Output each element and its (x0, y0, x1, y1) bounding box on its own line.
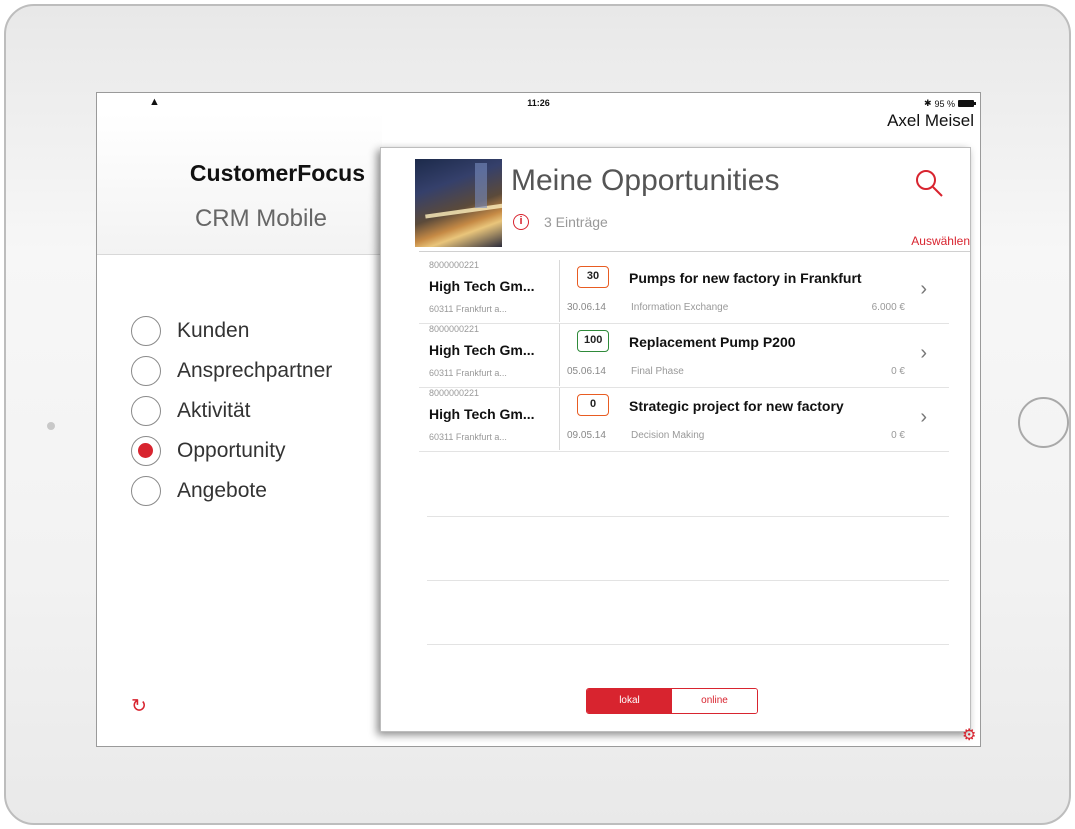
user-name[interactable]: Axel Meisel (887, 111, 974, 131)
entry-count: 3 Einträge (544, 214, 608, 230)
opportunity-amount: 0 € (891, 366, 905, 377)
radio-button[interactable] (131, 476, 161, 506)
nav-item-label: Kunden (177, 319, 250, 342)
nav-item-label: Opportunity (177, 439, 286, 462)
camera-icon (47, 422, 55, 430)
panel-title: Meine Opportunities (511, 164, 780, 197)
chevron-right-icon: › (920, 278, 927, 300)
nav-item-opportunity[interactable]: Opportunity (131, 431, 381, 471)
opportunity-amount: 0 € (891, 430, 905, 441)
battery-icon (958, 100, 976, 107)
status-bar: ▲ 11:26 ✱ 95 % (97, 93, 980, 113)
settings-icon[interactable]: ⚙ (962, 727, 980, 745)
nav-item-label: Aktivität (177, 399, 251, 422)
chevron-right-icon: › (920, 406, 927, 428)
home-button[interactable] (1018, 397, 1069, 448)
empty-row-divider (427, 644, 949, 645)
opportunity-phase: Information Exchange (631, 302, 729, 313)
radio-button[interactable] (131, 356, 161, 386)
divider (559, 260, 560, 322)
refresh-icon[interactable]: ↻ (131, 697, 151, 717)
divider (419, 251, 970, 252)
probability-badge: 0 (577, 394, 609, 416)
customer-name: High Tech Gm... (429, 406, 535, 422)
opportunity-title: Strategic project for new factory (629, 398, 844, 414)
customer-city: 60311 Frankfurt a... (429, 432, 507, 442)
opportunity-phase: Decision Making (631, 430, 705, 441)
customer-name: High Tech Gm... (429, 278, 535, 294)
opportunity-date: 30.06.14 (567, 302, 606, 313)
customer-number: 8000000221 (429, 260, 480, 270)
customer-city: 60311 Frankfurt a... (429, 368, 507, 378)
customer-number: 8000000221 (429, 388, 480, 398)
empty-row-divider (427, 580, 949, 581)
select-button[interactable]: Auswählen (911, 234, 970, 248)
screen: ▲ 11:26 ✱ 95 % Axel Meisel CustomerFocus… (96, 92, 981, 747)
header-image (415, 159, 502, 247)
radio-button-selected[interactable] (131, 436, 161, 466)
status-time: 11:26 (527, 98, 550, 108)
nav-item-ansprechpartner[interactable]: Ansprechpartner (131, 351, 381, 391)
status-right: ✱ 95 % (923, 98, 976, 109)
opportunities-panel: Meine Opportunities i 3 Einträge Auswähl… (380, 147, 971, 732)
list-item[interactable]: 8000000221 High Tech Gm... 60311 Frankfu… (419, 388, 949, 452)
segment-online[interactable]: online (672, 689, 757, 713)
data-source-segmented-control: lokal online (586, 688, 758, 714)
customer-city: 60311 Frankfurt a... (429, 304, 507, 314)
opportunity-amount: 6.000 € (871, 302, 905, 313)
opportunity-date: 09.05.14 (567, 430, 606, 441)
nav-item-label: Angebote (177, 479, 267, 502)
search-icon[interactable] (914, 168, 944, 198)
opportunity-date: 05.06.14 (567, 366, 606, 377)
nav-item-label: Ansprechpartner (177, 359, 333, 382)
opportunity-phase: Final Phase (631, 366, 684, 377)
empty-row-divider (427, 516, 949, 517)
main-nav: Kunden Ansprechpartner Aktivität Opportu… (131, 311, 381, 511)
radio-button[interactable] (131, 396, 161, 426)
divider (559, 324, 560, 386)
opportunity-title: Pumps for new factory in Frankfurt (629, 270, 862, 286)
radio-button[interactable] (131, 316, 161, 346)
customer-name: High Tech Gm... (429, 342, 535, 358)
opportunity-title: Replacement Pump P200 (629, 334, 796, 350)
brand-title: CustomerFocus (189, 160, 365, 186)
opportunity-list: 8000000221 High Tech Gm... 60311 Frankfu… (419, 260, 949, 452)
chevron-right-icon: › (920, 342, 927, 364)
info-icon[interactable]: i (513, 214, 529, 230)
brand-header: CustomerFocus CRM Mobile (97, 113, 382, 255)
nav-item-angebote[interactable]: Angebote (131, 471, 381, 511)
nav-item-kunden[interactable]: Kunden (131, 311, 381, 351)
divider (559, 388, 560, 450)
customer-number: 8000000221 (429, 324, 480, 334)
bluetooth-icon: ✱ (923, 98, 932, 108)
nav-item-aktivitaet[interactable]: Aktivität (131, 391, 381, 431)
battery-percent: 95 % (934, 98, 955, 109)
probability-badge: 30 (577, 266, 609, 288)
brand-subtitle: CRM Mobile (194, 205, 327, 232)
list-item[interactable]: 8000000221 High Tech Gm... 60311 Frankfu… (419, 260, 949, 324)
segment-local[interactable]: lokal (587, 689, 672, 713)
list-item[interactable]: 8000000221 High Tech Gm... 60311 Frankfu… (419, 324, 949, 388)
probability-badge: 100 (577, 330, 610, 352)
